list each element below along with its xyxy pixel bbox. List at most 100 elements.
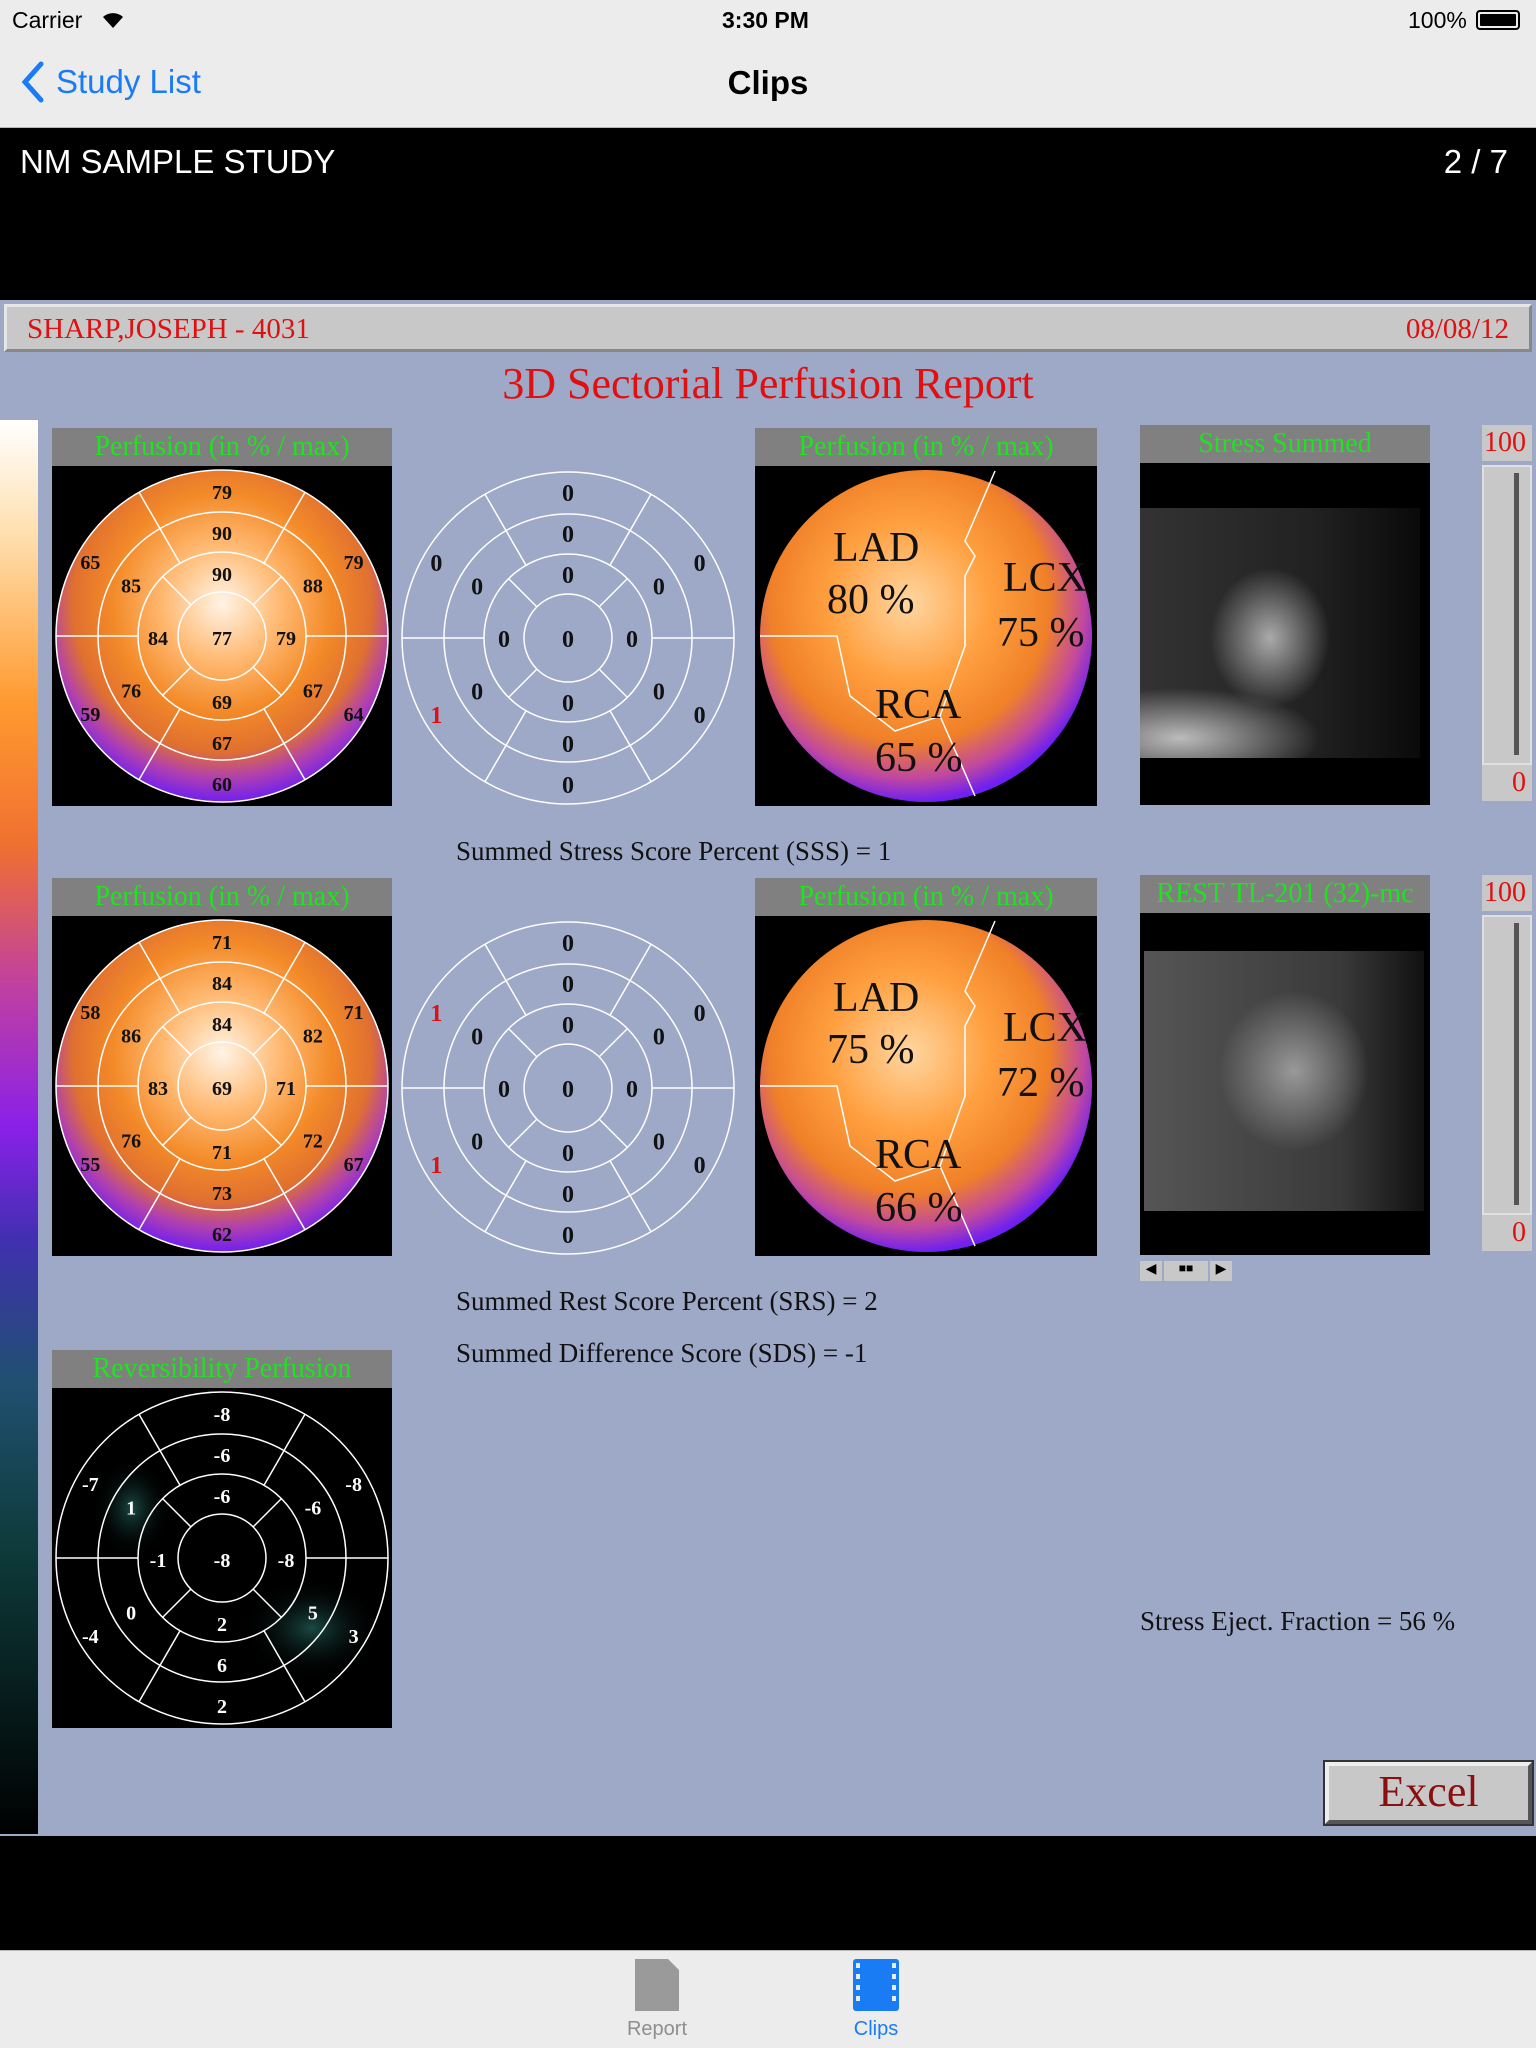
segment-value: 0: [562, 931, 574, 957]
segment-value: 1: [430, 1001, 442, 1027]
rca-label: RCA: [875, 682, 962, 728]
segment-value: 0: [562, 563, 574, 589]
segment-value: -8: [278, 1550, 295, 1572]
perfusion-report[interactable]: SHARP,JOSEPH - 4031 08/08/12 3D Sectoria…: [0, 300, 1536, 1836]
segment-value: 83: [148, 1078, 168, 1100]
segment-value: 0: [471, 1130, 483, 1156]
segment-value: -4: [82, 1626, 99, 1648]
stress-polar-panel: Perfusion (in % / max) 79 79 64 60 59 65 90 88 6…: [52, 428, 392, 811]
rest-territory-map: LAD 75 % LCX 72 % RCA 66 %: [755, 916, 1097, 1256]
segment-value: 73: [212, 1183, 232, 1205]
segment-value: 6: [217, 1655, 227, 1677]
segment-value: 84: [212, 973, 232, 995]
status-bar: Carrier 3:30 PM 100%: [0, 0, 1536, 40]
intensity-slider[interactable]: [1482, 915, 1532, 1215]
patient-bar: SHARP,JOSEPH - 4031 08/08/12: [4, 304, 1532, 352]
segment-value: 1: [430, 1153, 442, 1179]
segment-value: 0: [562, 1013, 574, 1039]
scale-min: 0: [1482, 1215, 1532, 1251]
scale-max: 100: [1482, 425, 1532, 461]
segment-value: 67: [344, 1154, 364, 1176]
segment-value: 59: [80, 704, 100, 726]
segment-value: -8: [214, 1550, 231, 1572]
rest-polar-map: 71 71 67 62 55 58 84 82 72 73 76 86 84 71 71 83 69: [52, 916, 392, 1256]
page-title: Clips: [727, 64, 809, 101]
rca-label: RCA: [875, 1132, 962, 1178]
segment-value: 0: [126, 1603, 136, 1625]
document-icon: [635, 1959, 679, 2011]
intensity-slider[interactable]: [1482, 465, 1532, 765]
segment-value: 2: [217, 1614, 227, 1636]
segment-value: 88: [303, 576, 323, 598]
segment-value: -8: [214, 1404, 231, 1426]
rca-percent: 65 %: [875, 735, 963, 781]
segment-line: [484, 943, 527, 1016]
tab-clips[interactable]: Clips: [826, 1957, 926, 2045]
segment-value: 86: [121, 1026, 141, 1048]
lad-label: LAD: [833, 525, 919, 571]
tab-label: Report: [626, 2018, 688, 2040]
previous-frame-button[interactable]: ◀: [1140, 1261, 1162, 1281]
stress-territory-map: LAD 80 % LCX 75 % RCA 65 %: [755, 466, 1097, 806]
segment-value: 79: [344, 552, 364, 574]
segment-value: 0: [562, 691, 574, 717]
segment-value: -8: [345, 1474, 362, 1496]
segment-value: 69: [212, 1078, 232, 1100]
segment-line: [609, 493, 652, 566]
segment-line: [598, 578, 628, 608]
rest-territory-panel: Perfusion (in % / max) LAD 75 % LCX 72 % RCA…: [755, 878, 1097, 1261]
rest-polar-panel: Perfusion (in % / max) 71 71 67 62 55 58 84 82 7…: [52, 878, 392, 1261]
segment-line: [609, 710, 652, 783]
segment-value: 55: [80, 1154, 100, 1176]
scale-max: 100: [1482, 875, 1532, 911]
segment-value: 69: [212, 692, 232, 714]
srs-text: Summed Rest Score Percent (SRS) = 2: [456, 1286, 878, 1316]
next-frame-button[interactable]: ▶: [1210, 1261, 1232, 1281]
segment-line: [162, 1588, 192, 1618]
segment-value: 0: [471, 575, 483, 601]
segment-value: 0: [562, 481, 574, 507]
stress-polar-map: 79 79 64 60 59 65 90 88 67 67 76 85 90 79 69 84 77: [52, 466, 392, 806]
ejection-fraction-text: Stress Eject. Fraction = 56 %: [1140, 1606, 1456, 1636]
carrier-label: Carrier: [12, 7, 83, 33]
segment-value: 0: [471, 1025, 483, 1051]
battery-icon: [1476, 10, 1520, 30]
stress-image-panel: Stress Summed 100 0: [1140, 425, 1532, 805]
segment-line: [598, 668, 628, 698]
segment-value: -7: [82, 1474, 99, 1496]
segment-value: 71: [344, 1002, 364, 1024]
panel-header: Stress Summed: [1140, 425, 1430, 463]
lcx-label: LCX: [1003, 1005, 1087, 1051]
excel-button[interactable]: Excel: [1323, 1760, 1534, 1826]
sss-text: Summed Stress Score Percent (SSS) = 1: [456, 836, 892, 866]
pause-button[interactable]: ■■: [1164, 1261, 1208, 1281]
reversibility-panel: Reversibility Perfusion -8 -8 3 2 -4 -7 -6 -6 5 6…: [52, 1350, 392, 1733]
segment-value: 71: [276, 1078, 296, 1100]
stress-score-map: 000010000000 0000 0: [401, 471, 735, 805]
segment-value: 0: [562, 1223, 574, 1249]
segment-value: 62: [212, 1224, 232, 1246]
segment-value: 0: [471, 680, 483, 706]
segment-line: [263, 1413, 306, 1486]
clock: 3:30 PM: [722, 7, 809, 33]
segment-value: 77: [212, 628, 232, 650]
segment-value: 0: [694, 551, 706, 577]
segment-line: [598, 1028, 628, 1058]
segment-value: 76: [121, 1131, 141, 1153]
segment-value: 1: [430, 703, 442, 729]
tab-report[interactable]: Report: [607, 1957, 707, 2045]
stress-summed-image: [1140, 463, 1430, 805]
study-name: NM SAMPLE STUDY: [20, 143, 336, 180]
segment-line: [484, 710, 527, 783]
segment-value: 0: [562, 972, 574, 998]
reversibility-map: -8 -8 3 2 -4 -7 -6 -6 5 6 0 1 -6 -8 2 -1 -8: [52, 1388, 392, 1728]
segment-value: 64: [344, 704, 364, 726]
segment-value: 58: [80, 1002, 100, 1024]
color-scale-bar: [0, 420, 38, 1834]
film-icon: [853, 1959, 899, 2011]
segment-value: 0: [694, 1153, 706, 1179]
sds-text: Summed Difference Score (SDS) = -1: [456, 1338, 868, 1368]
segment-value: 3: [349, 1626, 359, 1648]
panel-header: Reversibility Perfusion: [52, 1350, 392, 1388]
study-date: 08/08/12: [1405, 313, 1509, 345]
